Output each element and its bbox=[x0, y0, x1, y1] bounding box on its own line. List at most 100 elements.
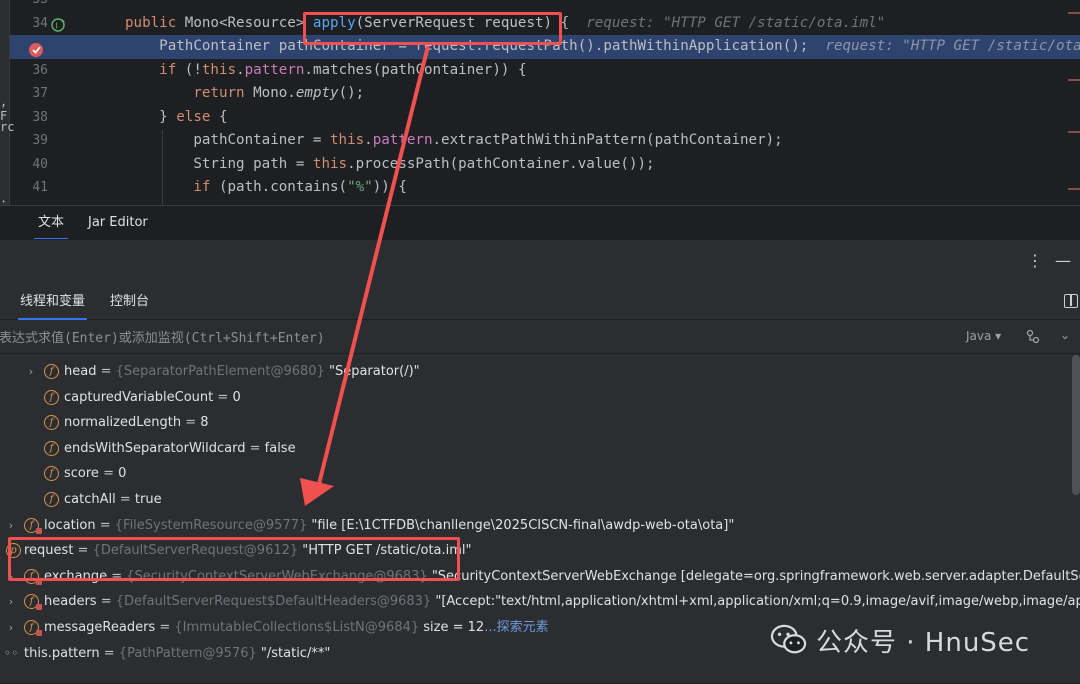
field-icon: f bbox=[44, 415, 59, 431]
code-line[interactable]: 34 public Mono<Resource> apply(ServerRequ… bbox=[0, 12, 1080, 36]
variable-name: headers bbox=[44, 594, 97, 610]
watermark: 公众号 · HnuSec bbox=[770, 622, 1030, 658]
line-number[interactable]: 34 bbox=[10, 12, 48, 36]
line-number[interactable]: 40 bbox=[10, 153, 48, 177]
variable-row[interactable]: f endsWithSeparatorWildcard = false bbox=[0, 436, 1080, 462]
tab-text[interactable]: 文本 bbox=[34, 206, 69, 240]
object-field-icon: f bbox=[24, 620, 42, 636]
code-line[interactable]: 33 bbox=[0, 0, 1080, 12]
svg-text:I: I bbox=[56, 22, 58, 31]
variable-type: {SeparatorPathElement@9680} bbox=[115, 364, 325, 379]
evaluate-bar: Java ▾ ⌄ bbox=[0, 322, 1080, 354]
expand-arrow-icon[interactable]: › bbox=[6, 564, 16, 590]
variable-row[interactable]: › f location = {FileSystemResource@9577} "… bbox=[0, 513, 1080, 539]
panel-toolbar: ⋮ — bbox=[1000, 240, 1080, 284]
code-line[interactable]: PathContainer pathContainer = request.re… bbox=[0, 35, 1080, 59]
scrollbar-marker bbox=[1068, 188, 1080, 190]
expand-arrow-icon[interactable]: › bbox=[6, 615, 16, 641]
variable-name: this.pattern bbox=[24, 645, 100, 661]
variable-value: 8 bbox=[200, 415, 209, 431]
evaluate-expression-input[interactable] bbox=[0, 322, 929, 354]
variable-value: false bbox=[264, 440, 296, 456]
field-icon: f bbox=[44, 492, 59, 507]
code-token: Mono. bbox=[253, 85, 296, 101]
code-token: empty bbox=[295, 85, 339, 101]
variable-text: catchAll = true bbox=[64, 487, 162, 513]
editor-file-tabs: 文本 Jar Editor bbox=[0, 205, 1080, 240]
variable-row[interactable]: f catchAll = true bbox=[0, 487, 1080, 513]
code-editor[interactable]: 3334 public Mono<Resource> apply(ServerRe… bbox=[0, 0, 1080, 205]
layout-icon[interactable] bbox=[1064, 294, 1078, 308]
equals-sign: = bbox=[213, 389, 229, 405]
line-number[interactable]: 37 bbox=[10, 82, 48, 106]
variable-type: {DefaultServerRequest$DefaultHeaders@968… bbox=[115, 594, 432, 610]
equals-sign: = bbox=[99, 645, 115, 661]
code-token: request: "HTTP GET /static/ota.iml" bbox=[825, 38, 1080, 54]
add-watch-icon[interactable] bbox=[1024, 328, 1042, 346]
indent-guide bbox=[162, 130, 163, 205]
expand-arrow-icon[interactable]: › bbox=[6, 589, 16, 615]
variable-type: {PathPattern@9576} bbox=[118, 645, 257, 661]
variable-row[interactable]: › f exchange = {SecurityContextServerWebEx… bbox=[0, 564, 1080, 590]
code-token: pattern bbox=[244, 61, 305, 78]
equals-sign: = bbox=[115, 492, 131, 507]
code-token: pattern bbox=[372, 132, 433, 148]
variable-text: score = 0 bbox=[64, 461, 126, 487]
code-line[interactable]: 38 } else { bbox=[0, 106, 1080, 130]
expand-arrow-icon[interactable]: › bbox=[6, 513, 16, 539]
line-number[interactable]: 33 bbox=[10, 0, 48, 12]
variable-row[interactable]: f normalizedLength = 8 bbox=[0, 410, 1080, 436]
code-text: return Mono.empty(); bbox=[125, 82, 364, 106]
debug-tool-window: ⋮ — 线程和变量 控制台 Java ▾ ⌄ ›fhead = {Separat… bbox=[0, 239, 1080, 683]
variable-row[interactable]: f score = 0 bbox=[0, 461, 1080, 487]
watch-glasses-icon: ◦◦ bbox=[4, 645, 19, 660]
code-line[interactable]: 36 if (!this.pattern.matches(pathContain… bbox=[0, 59, 1080, 83]
variable-type: {FileSystemResource@9577} bbox=[114, 517, 308, 533]
code-token: String path = bbox=[125, 155, 313, 172]
minimize-icon[interactable]: — bbox=[1052, 250, 1074, 272]
field-icon: f bbox=[44, 466, 59, 482]
tab-console[interactable]: 控制台 bbox=[108, 284, 151, 320]
tab-jar-editor[interactable]: Jar Editor bbox=[84, 206, 152, 240]
code-text: } else { bbox=[125, 106, 227, 130]
field-icon: f bbox=[44, 440, 59, 456]
code-text: public Mono<Resource> apply(ServerReques… bbox=[125, 12, 885, 36]
breakpoint-icon[interactable] bbox=[28, 41, 46, 59]
code-token: . bbox=[364, 132, 373, 148]
variable-name: endsWithSeparatorWildcard bbox=[64, 440, 246, 456]
code-line[interactable]: 37 return Mono.empty(); bbox=[0, 82, 1080, 106]
variable-row[interactable]: p request = {DefaultServerRequest@9612} "… bbox=[0, 538, 1080, 564]
variables-scrollbar[interactable] bbox=[1072, 355, 1080, 495]
line-number[interactable]: 38 bbox=[10, 106, 48, 130]
tab-threads-variables[interactable]: 线程和变量 bbox=[18, 284, 88, 320]
line-number[interactable]: 36 bbox=[10, 59, 48, 83]
variable-name: catchAll bbox=[64, 492, 116, 507]
code-token: . bbox=[236, 61, 245, 78]
equals-sign: = bbox=[95, 517, 111, 533]
variable-value: "HTTP GET /static/ota.iml" bbox=[302, 543, 472, 559]
line-number[interactable]: 41 bbox=[10, 176, 48, 200]
equals-sign: = bbox=[245, 440, 261, 456]
variable-row[interactable]: › f headers = {DefaultServerRequest$Defaul… bbox=[0, 589, 1080, 615]
code-token: PathContainer pathContainer = request.re… bbox=[125, 38, 826, 54]
code-token: )) { bbox=[372, 179, 407, 195]
equals-sign: = bbox=[96, 594, 112, 610]
object-field-icon: f bbox=[24, 568, 42, 585]
variable-row[interactable]: f capturedVariableCount = 0 bbox=[0, 385, 1080, 411]
code-token: apply bbox=[312, 14, 356, 31]
variable-value: size = 12 bbox=[423, 620, 485, 635]
code-token: Mono<Resource> bbox=[184, 14, 313, 31]
variable-row[interactable]: › f head = {SeparatorPathElement@9680} "Se… bbox=[0, 359, 1080, 385]
expand-arrow-icon[interactable]: › bbox=[26, 359, 36, 385]
variable-text: location = {FileSystemResource@9577} "fi… bbox=[44, 513, 734, 539]
language-select[interactable]: Java ▾ bbox=[966, 329, 1001, 343]
expand-icon[interactable]: ⌄ bbox=[1060, 328, 1070, 342]
variable-link[interactable]: ...探索元素 bbox=[484, 620, 548, 635]
line-number[interactable]: 39 bbox=[10, 129, 48, 153]
strip-fragment: rc bbox=[0, 120, 15, 134]
strip-fragment: , F bbox=[0, 95, 8, 123]
override-method-icon[interactable]: I bbox=[51, 17, 67, 33]
more-options-icon[interactable]: ⋮ bbox=[1024, 250, 1046, 272]
variable-name: messageReaders bbox=[44, 620, 156, 635]
object-field-icon: f bbox=[24, 517, 42, 534]
